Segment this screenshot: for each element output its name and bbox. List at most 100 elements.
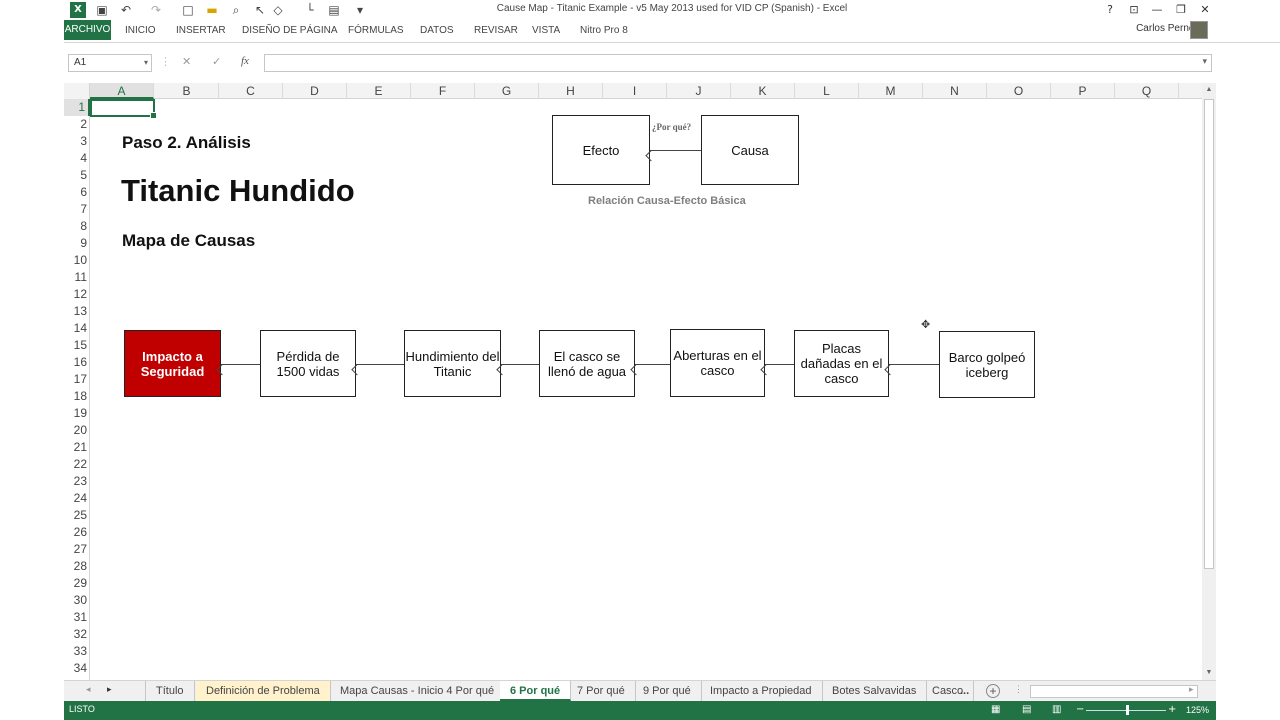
paste-icon[interactable]: ▤ xyxy=(326,2,342,18)
row-header[interactable]: 23 xyxy=(64,473,90,490)
row-header[interactable]: 22 xyxy=(64,456,90,473)
column-header[interactable]: H xyxy=(539,83,603,99)
row-header[interactable]: 17 xyxy=(64,371,90,388)
save-icon[interactable]: ▣ xyxy=(94,2,110,18)
avatar[interactable] xyxy=(1190,21,1208,39)
name-box[interactable]: A1 ▾ xyxy=(68,54,152,72)
column-header[interactable]: L xyxy=(795,83,859,99)
sheet-tab[interactable]: Definición de Problema xyxy=(196,681,331,701)
row-header[interactable]: 20 xyxy=(64,422,90,439)
row-header[interactable]: 18 xyxy=(64,388,90,405)
worksheet-grid[interactable]: ABCDEFGHIJKLMNOPQ 1 2 3 4 5 6 7 8 9 10 11 12 13 14 15 1… xyxy=(64,83,1202,680)
sheet-tab-active[interactable]: 6 Por qué xyxy=(500,681,572,701)
row-header[interactable]: 13 xyxy=(64,303,90,320)
print-preview-icon[interactable]: ⌕ xyxy=(228,2,244,18)
expand-formula-icon[interactable]: ▾ xyxy=(1202,56,1207,67)
page-break-icon[interactable]: ▥ xyxy=(1052,704,1064,716)
sheet-tab[interactable]: Botes Salvavidas xyxy=(822,681,928,701)
row-header[interactable]: 4 xyxy=(64,150,90,167)
scroll-up-icon[interactable]: ▲ xyxy=(1202,83,1216,97)
row-header[interactable]: 5 xyxy=(64,167,90,184)
row-header[interactable]: 11 xyxy=(64,269,90,286)
row-header[interactable]: 15 xyxy=(64,337,90,354)
vertical-scrollbar[interactable]: ▲ ▼ xyxy=(1202,83,1216,680)
cancel-icon[interactable]: ✕ xyxy=(182,55,191,68)
redo-icon[interactable]: ↷ xyxy=(148,2,164,18)
undo-icon[interactable]: ↶ xyxy=(118,2,134,18)
column-header[interactable]: Q xyxy=(1115,83,1179,99)
scroll-thumb[interactable] xyxy=(1204,99,1214,569)
column-header[interactable]: G xyxy=(475,83,539,99)
row-header[interactable]: 32 xyxy=(64,626,90,643)
impact-safety-box[interactable]: Impacto a Seguridad xyxy=(124,330,221,397)
enter-icon[interactable]: ✓ xyxy=(212,55,221,68)
row-header[interactable]: 16 xyxy=(64,354,90,371)
loss-of-life-box[interactable]: Pérdida de 1500 vidas xyxy=(260,330,356,397)
scroll-right-icon[interactable]: ▸ xyxy=(1189,684,1194,695)
row-header[interactable]: 28 xyxy=(64,558,90,575)
column-header[interactable]: F xyxy=(411,83,475,99)
hull-openings-box[interactable]: Aberturas en el casco xyxy=(670,329,765,397)
row-header[interactable]: 7 xyxy=(64,201,90,218)
chevron-down-icon[interactable]: ▾ xyxy=(144,55,148,71)
page-title[interactable]: Titanic Hundido xyxy=(121,173,355,209)
chain-arrow[interactable] xyxy=(501,364,539,365)
row-header[interactable]: 29 xyxy=(64,575,90,592)
row-header[interactable]: 10 xyxy=(64,252,90,269)
hull-flooded-box[interactable]: El casco se llenó de agua xyxy=(539,330,635,397)
minimize-button[interactable]: — xyxy=(1148,2,1166,18)
column-header[interactable]: A xyxy=(90,83,154,99)
zoom-in-icon[interactable]: + xyxy=(1168,704,1180,716)
pointer-icon[interactable]: ↖ xyxy=(252,2,268,18)
row-header[interactable]: 21 xyxy=(64,439,90,456)
add-sheet-icon[interactable]: + xyxy=(986,684,1000,698)
horizontal-scrollbar[interactable] xyxy=(1030,685,1198,698)
tab-formulas[interactable]: FÓRMULAS xyxy=(348,23,404,39)
column-header[interactable]: D xyxy=(283,83,347,99)
column-header[interactable]: M xyxy=(859,83,923,99)
shapes-icon[interactable]: ◇ xyxy=(270,2,286,18)
tab-diseno-pagina[interactable]: DISEÑO DE PÁGINA xyxy=(242,23,338,39)
row-header[interactable]: 34 xyxy=(64,660,90,677)
damaged-plates-box[interactable]: Placas dañadas en el casco xyxy=(794,330,889,397)
row-header[interactable]: 25 xyxy=(64,507,90,524)
column-header[interactable]: N xyxy=(923,83,987,99)
page-layout-icon[interactable]: ▤ xyxy=(1022,704,1034,716)
row-header[interactable]: 8 xyxy=(64,218,90,235)
step-heading[interactable]: Paso 2. Análisis xyxy=(122,133,251,153)
chain-arrow[interactable] xyxy=(889,364,939,365)
iceberg-box[interactable]: Barco golpeó iceberg xyxy=(939,331,1035,398)
new-file-icon[interactable]: □ xyxy=(180,2,196,18)
column-header[interactable]: C xyxy=(219,83,283,99)
subtitle[interactable]: Mapa de Causas xyxy=(122,231,255,251)
tab-nitro-pro[interactable]: Nitro Pro 8 xyxy=(580,23,628,39)
row-header[interactable]: 30 xyxy=(64,592,90,609)
row-header[interactable]: 31 xyxy=(64,609,90,626)
restore-button[interactable]: ❐ xyxy=(1172,2,1190,18)
sheet-tab[interactable]: Mapa Causas - Inicio 4 Por qué xyxy=(330,681,506,701)
column-header[interactable]: E xyxy=(347,83,411,99)
column-header[interactable]: O xyxy=(987,83,1051,99)
open-folder-icon[interactable]: ▬ xyxy=(204,2,220,18)
formula-input[interactable]: ▾ xyxy=(264,54,1212,72)
sheet-tab[interactable]: 7 Por qué xyxy=(567,681,636,701)
connector-icon[interactable]: └ xyxy=(302,2,318,18)
row-header[interactable]: 9 xyxy=(64,235,90,252)
prev-sheet-icon[interactable]: ◂ xyxy=(86,684,91,695)
tab-archivo[interactable]: ARCHIVO xyxy=(64,20,111,40)
column-header[interactable]: B xyxy=(155,83,219,99)
zoom-slider-thumb[interactable] xyxy=(1126,705,1129,715)
next-sheet-icon[interactable]: ▸ xyxy=(107,684,112,695)
tab-vista[interactable]: VISTA xyxy=(532,23,560,39)
sinking-box[interactable]: Hundimiento del Titanic xyxy=(404,330,501,397)
help-button[interactable]: ? xyxy=(1101,2,1119,18)
row-header[interactable]: 27 xyxy=(64,541,90,558)
row-header[interactable]: 14 xyxy=(64,320,90,337)
legend-cause-box[interactable]: Causa xyxy=(701,115,799,185)
customize-qat-icon[interactable]: ▾ xyxy=(352,2,368,18)
sheet-tab[interactable]: Título xyxy=(145,681,195,701)
close-button[interactable]: ✕ xyxy=(1196,2,1214,18)
selected-cell[interactable] xyxy=(90,99,157,119)
select-all-corner[interactable] xyxy=(64,83,90,99)
column-header[interactable]: K xyxy=(731,83,795,99)
